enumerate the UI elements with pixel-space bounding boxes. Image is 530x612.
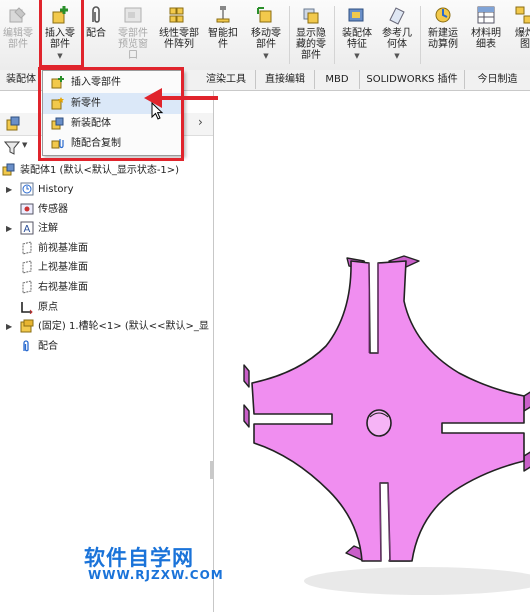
chevron-down-icon[interactable]: ▼	[246, 51, 286, 62]
tree-item-history[interactable]: History	[20, 181, 74, 199]
move-component-icon	[257, 7, 272, 23]
tab-solidworks-addins[interactable]: SOLIDWORKS 插件	[360, 70, 465, 89]
edit-component-button[interactable]: 编辑零 部件	[0, 4, 36, 50]
assembly-icon	[2, 163, 15, 176]
tree-item-annotations[interactable]: A 注解	[20, 220, 58, 238]
plane-icon	[22, 241, 32, 255]
chevron-down-icon[interactable]: ▼	[378, 51, 416, 62]
linear-component-pattern-button[interactable]: 线性零部 件阵列	[156, 4, 202, 50]
reference-geometry-icon	[389, 7, 405, 25]
chevron-down-icon[interactable]: ▼	[338, 51, 376, 62]
table-icon	[477, 6, 495, 24]
ribbon-separator	[420, 6, 421, 64]
reference-geometry-button[interactable]: 参考几 何体 ▼	[378, 4, 416, 62]
tree-item-origin[interactable]: 原点	[20, 299, 58, 317]
filter-icon[interactable]	[4, 140, 20, 156]
tree-root-assembly[interactable]: 装配体1 (默认<默认_显示状态-1>)	[2, 162, 179, 180]
tree-item-right-plane[interactable]: 右视基准面	[20, 279, 88, 297]
tab-direct-editing[interactable]: 直接编辑	[256, 70, 315, 89]
tree-item-front-plane[interactable]: 前视基准面	[20, 240, 88, 258]
tree-item-top-plane[interactable]: 上视基准面	[20, 259, 88, 277]
graphics-viewport[interactable]	[214, 91, 530, 612]
paperclip-icon	[23, 340, 29, 352]
edit-component-icon	[9, 7, 26, 23]
chevron-down-icon[interactable]: ▼	[22, 141, 27, 149]
tree-item-mates[interactable]: 配合	[20, 338, 58, 356]
tree-item-part-geneva-wheel[interactable]: (固定) 1.槽轮<1> (默认<<默认>_显	[20, 318, 209, 336]
move-component-button[interactable]: 移动零 部件 ▼	[246, 4, 286, 62]
annotation-highlight-box	[39, 0, 84, 68]
chevron-right-icon[interactable]: ›	[198, 115, 203, 129]
plane-icon	[22, 260, 32, 274]
show-hidden-components-button[interactable]: 显示隐 藏的零 部件	[292, 4, 330, 61]
geneva-wheel-model[interactable]	[214, 91, 530, 612]
part-icon	[20, 319, 34, 333]
feature-tree-icon[interactable]	[6, 116, 22, 132]
exploded-view-icon	[515, 6, 530, 24]
tab-mbd[interactable]: MBD	[315, 70, 360, 89]
assembly-features-button[interactable]: 装配体 特征 ▼	[338, 4, 376, 62]
ribbon-separator	[289, 6, 290, 64]
sensor-icon	[20, 203, 34, 215]
bill-of-materials-button[interactable]: 材料明 细表	[468, 4, 504, 50]
tab-today-manufacturing[interactable]: 今日制造	[465, 70, 530, 89]
assembly-features-icon	[348, 8, 364, 22]
mate-button[interactable]: 配合	[82, 4, 110, 39]
mouse-cursor-icon	[151, 102, 164, 120]
expand-arrow-icon[interactable]: ▶	[6, 185, 12, 194]
feature-manager-panel: › ▼ 装配体1 (默认<默认_显示状态-1>) ▶ History 传感器 ▶…	[0, 91, 214, 612]
tree-item-sensors[interactable]: 传感器	[20, 201, 68, 219]
ribbon-separator	[334, 6, 335, 64]
plane-icon	[22, 280, 32, 294]
new-motion-study-button[interactable]: 新建运 动算例	[424, 4, 462, 50]
expand-arrow-icon[interactable]: ▶	[6, 224, 12, 233]
annotation-icon: A	[20, 221, 34, 235]
expand-arrow-icon[interactable]: ▶	[6, 322, 12, 331]
smart-fasteners-button[interactable]: 智能扣 件	[206, 4, 240, 50]
paperclip-icon	[92, 6, 100, 23]
show-hidden-icon	[303, 8, 319, 24]
svg-text:A: A	[24, 224, 31, 235]
history-icon	[20, 182, 34, 196]
exploded-view-button[interactable]: 爆炸 图	[510, 4, 530, 50]
motion-study-icon	[435, 7, 451, 23]
watermark-url: WWW.RJZXW.COM	[88, 568, 224, 582]
preview-window-icon	[124, 7, 142, 23]
bolt-icon	[216, 6, 230, 23]
origin-icon	[21, 302, 33, 314]
component-preview-window-button[interactable]: 零部件 预览窗 口	[114, 4, 152, 61]
linear-pattern-icon	[169, 7, 184, 23]
tab-assembly[interactable]: 装配体	[0, 70, 43, 89]
